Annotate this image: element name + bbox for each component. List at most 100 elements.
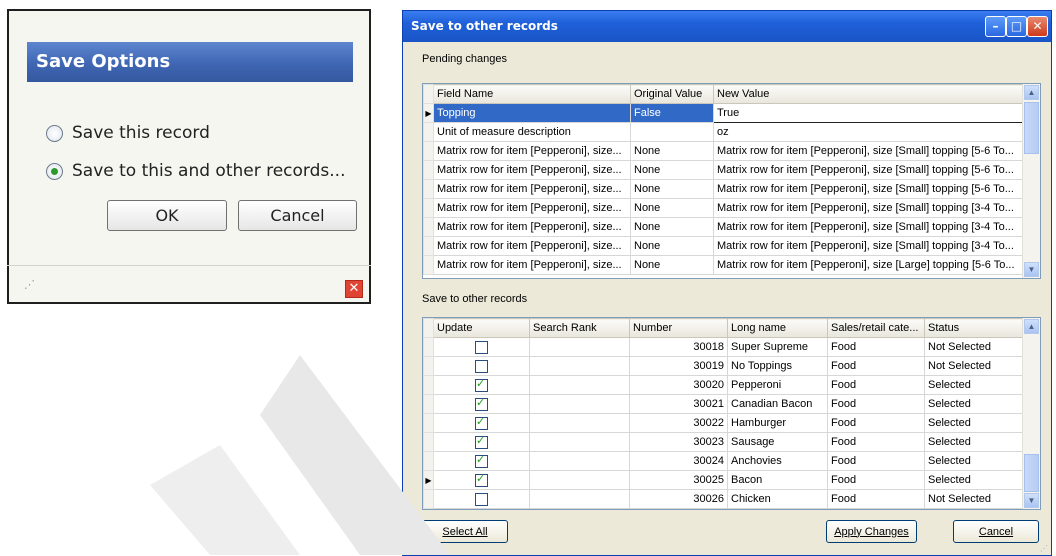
- ok-button[interactable]: OK: [107, 200, 227, 231]
- new-value-cell[interactable]: Matrix row for item [Pepperoni], size [S…: [713, 160, 1025, 180]
- field-name-cell[interactable]: Matrix row for item [Pepperoni], size...: [433, 236, 631, 256]
- long-name-cell[interactable]: No Toppings: [727, 356, 828, 376]
- status-cell[interactable]: Not Selected: [924, 489, 1025, 509]
- scroll-down-icon[interactable]: ▼: [1024, 493, 1039, 508]
- field-name-cell[interactable]: Matrix row for item [Pepperoni], size...: [433, 198, 631, 218]
- new-value-cell[interactable]: Matrix row for item [Pepperoni], size [S…: [713, 236, 1025, 256]
- field-name-cell[interactable]: Matrix row for item [Pepperoni], size...: [433, 179, 631, 199]
- checkbox-checked[interactable]: [475, 415, 488, 430]
- number-cell[interactable]: 30026: [629, 489, 728, 509]
- checkbox-checked[interactable]: [475, 434, 488, 449]
- cancel-window-button[interactable]: Cancel: [953, 520, 1039, 543]
- search-rank-cell[interactable]: [529, 337, 630, 357]
- close-window-icon[interactable]: ✕: [1027, 16, 1048, 37]
- long-name-cell[interactable]: Canadian Bacon: [727, 394, 828, 414]
- original-value-cell[interactable]: None: [630, 236, 714, 256]
- record-row[interactable]: 30022HamburgerFoodSelected: [423, 413, 1025, 433]
- pending-row[interactable]: ▶ Topping False True: [423, 103, 1025, 123]
- new-value-cell[interactable]: oz: [713, 122, 1025, 142]
- new-value-cell[interactable]: Matrix row for item [Pepperoni], size [S…: [713, 141, 1025, 161]
- category-cell[interactable]: Food: [827, 432, 925, 452]
- new-value-cell[interactable]: Matrix row for item [Pepperoni], size [L…: [713, 255, 1025, 275]
- checkbox-checked[interactable]: [475, 472, 488, 487]
- pending-row[interactable]: Matrix row for item [Pepperoni], size...…: [423, 236, 1025, 256]
- column-header-number[interactable]: Number: [629, 318, 728, 338]
- category-cell[interactable]: Food: [827, 337, 925, 357]
- original-value-cell[interactable]: None: [630, 217, 714, 237]
- record-row[interactable]: 30019 No Toppings Food Not Selected: [423, 356, 1025, 376]
- scroll-thumb[interactable]: [1024, 102, 1039, 154]
- close-icon[interactable]: ✕: [345, 280, 363, 298]
- pending-row[interactable]: Matrix row for item [Pepperoni], size...…: [423, 141, 1025, 161]
- checkbox-unchecked[interactable]: [475, 359, 488, 373]
- long-name-cell[interactable]: Chicken: [727, 489, 828, 509]
- field-name-cell[interactable]: Unit of measure description: [433, 122, 631, 142]
- scroll-up-icon[interactable]: ▲: [1024, 85, 1039, 100]
- search-rank-cell[interactable]: [529, 413, 630, 433]
- category-cell[interactable]: Food: [827, 394, 925, 414]
- scroll-up-icon[interactable]: ▲: [1024, 319, 1039, 334]
- original-value-cell[interactable]: None: [630, 179, 714, 199]
- pending-row[interactable]: Matrix row for item [Pepperoni], size...…: [423, 160, 1025, 180]
- field-name-cell[interactable]: Matrix row for item [Pepperoni], size...: [433, 160, 631, 180]
- status-cell[interactable]: Not Selected: [924, 356, 1025, 376]
- status-cell[interactable]: Selected: [924, 432, 1025, 452]
- update-cell[interactable]: [433, 356, 530, 376]
- window-resize-grip-icon[interactable]: ⋰: [1040, 544, 1048, 553]
- record-row[interactable]: 30026 Chicken Food Not Selected: [423, 489, 1025, 509]
- update-cell[interactable]: [433, 375, 530, 395]
- field-name-cell[interactable]: Matrix row for item [Pepperoni], size...: [433, 217, 631, 237]
- record-row[interactable]: ▶ 30025BaconFoodSelected: [423, 470, 1025, 490]
- save-this-record-option[interactable]: Save this record: [46, 121, 210, 145]
- original-value-cell[interactable]: None: [630, 141, 714, 161]
- records-grid[interactable]: Update Search Rank Number Long name Sale…: [422, 317, 1041, 510]
- record-row[interactable]: 30021Canadian BaconFoodSelected: [423, 394, 1025, 414]
- original-value-cell[interactable]: None: [630, 160, 714, 180]
- column-header-new-value[interactable]: New Value: [713, 84, 1025, 104]
- column-header-sales-category[interactable]: Sales/retail cate...: [827, 318, 925, 338]
- number-cell[interactable]: 30024: [629, 451, 728, 471]
- long-name-cell[interactable]: Anchovies: [727, 451, 828, 471]
- update-cell[interactable]: [433, 394, 530, 414]
- original-value-cell[interactable]: None: [630, 198, 714, 218]
- number-cell[interactable]: 30019: [629, 356, 728, 376]
- category-cell[interactable]: Food: [827, 489, 925, 509]
- category-cell[interactable]: Food: [827, 413, 925, 433]
- records-scrollbar[interactable]: ▲ ▼: [1022, 318, 1040, 509]
- new-value-cell[interactable]: Matrix row for item [Pepperoni], size [S…: [713, 179, 1025, 199]
- original-value-cell[interactable]: [630, 122, 714, 142]
- update-cell[interactable]: [433, 489, 530, 509]
- column-header-original-value[interactable]: Original Value: [630, 84, 714, 104]
- cancel-button[interactable]: Cancel: [238, 200, 357, 231]
- search-rank-cell[interactable]: [529, 356, 630, 376]
- category-cell[interactable]: Food: [827, 356, 925, 376]
- pending-changes-grid[interactable]: Field Name Original Value New Value ▶ Top…: [422, 83, 1041, 279]
- resize-grip-icon[interactable]: ⋰: [24, 278, 35, 291]
- checkbox-checked[interactable]: [475, 377, 488, 392]
- status-cell[interactable]: Selected: [924, 451, 1025, 471]
- category-cell[interactable]: Food: [827, 451, 925, 471]
- radio-unselected[interactable]: [46, 124, 63, 142]
- maximize-icon[interactable]: □: [1006, 16, 1027, 37]
- save-to-other-records-option[interactable]: Save to this and other records...: [46, 159, 345, 183]
- long-name-cell[interactable]: Hamburger: [727, 413, 828, 433]
- checkbox-checked[interactable]: [475, 453, 488, 468]
- new-value-cell[interactable]: True: [713, 103, 1025, 123]
- field-name-cell[interactable]: Matrix row for item [Pepperoni], size...: [433, 255, 631, 275]
- window-titlebar[interactable]: Save to other records – □ ✕: [403, 11, 1051, 42]
- pending-row[interactable]: Matrix row for item [Pepperoni], size...…: [423, 198, 1025, 218]
- record-row[interactable]: 30024AnchoviesFoodSelected: [423, 451, 1025, 471]
- new-value-cell[interactable]: Matrix row for item [Pepperoni], size [S…: [713, 198, 1025, 218]
- long-name-cell[interactable]: Super Supreme: [727, 337, 828, 357]
- pending-row[interactable]: Unit of measure description oz: [423, 122, 1025, 142]
- search-rank-cell[interactable]: [529, 394, 630, 414]
- update-cell[interactable]: [433, 470, 530, 490]
- record-row[interactable]: 30023SausageFoodSelected: [423, 432, 1025, 452]
- long-name-cell[interactable]: Pepperoni: [727, 375, 828, 395]
- search-rank-cell[interactable]: [529, 451, 630, 471]
- search-rank-cell[interactable]: [529, 375, 630, 395]
- number-cell[interactable]: 30020: [629, 375, 728, 395]
- original-value-cell[interactable]: None: [630, 255, 714, 275]
- column-header-field-name[interactable]: Field Name: [433, 84, 631, 104]
- apply-changes-button[interactable]: Apply Changes: [826, 520, 917, 543]
